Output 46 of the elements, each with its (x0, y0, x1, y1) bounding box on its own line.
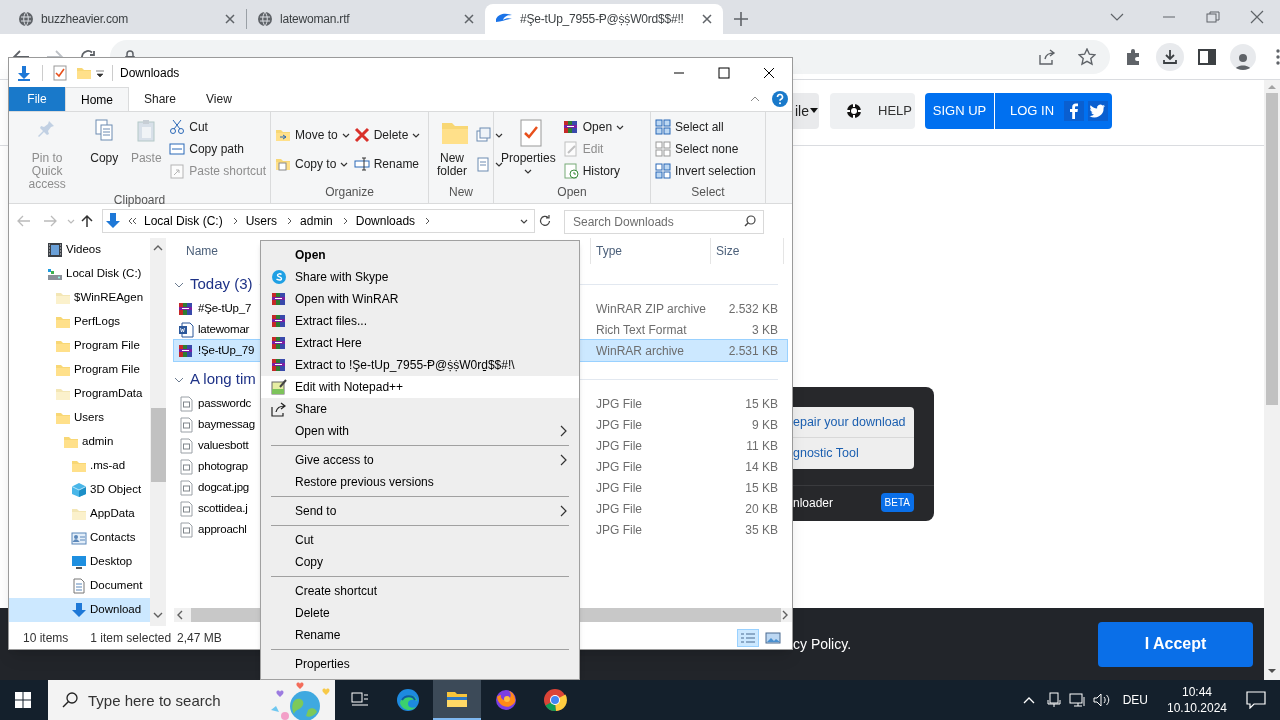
file-name: valuesbott (198, 437, 249, 453)
file-size: 2.532 KB (727, 300, 779, 318)
file-size: 15 KB (744, 395, 779, 413)
panel-footer-text: nloader (793, 494, 834, 512)
tab-title: buzzheavier.com (41, 11, 130, 28)
file-type: JPG File (595, 395, 643, 413)
file-size: 15 KB (744, 479, 779, 497)
beta-tag: BETA (880, 493, 914, 512)
cookie-text: cy Policy. (793, 634, 852, 654)
file-size: 20 KB (744, 500, 779, 518)
file-name: approachl (198, 521, 247, 537)
tab-title: #Şe-tUp_7955-Ᵽ@ṩṩW0rd$$#!! (520, 11, 685, 28)
group-label: Select (690, 184, 726, 201)
file-size: 35 KB (744, 521, 779, 539)
file-type: WinRAR archive (595, 342, 686, 360)
file-type: JPG File (595, 437, 643, 455)
file-size: 11 KB (745, 437, 779, 455)
status-text: 10 items (23, 629, 69, 647)
tab-title: latewoman.rtf (280, 11, 351, 28)
file-name: passwordc (198, 395, 252, 411)
file-type: JPG File (595, 479, 643, 497)
file-type: Rich Text Format (595, 321, 688, 339)
file-size: 3 KB (751, 321, 779, 339)
file-name: scottidea.j (198, 500, 248, 516)
file-name: latewomar (198, 321, 250, 337)
status-text: 2,47 MB (177, 629, 222, 647)
window-title: Downloads (120, 64, 180, 82)
file-name: dogcat.jpg (198, 479, 250, 495)
file-type: JPG File (595, 458, 643, 476)
file-type: WinRAR ZIP archive (595, 300, 707, 318)
file-type: JPG File (595, 416, 643, 434)
status-text: 1 item selected (90, 629, 172, 647)
file-size: 9 KB (751, 416, 779, 434)
file-name: #Şe-tUp_7 (198, 300, 252, 316)
file-name: photograp (198, 458, 248, 474)
file-size: 2.531 KB (727, 342, 779, 360)
file-name: baymessag (198, 416, 255, 432)
file-type: JPG File (595, 500, 643, 518)
file-type: JPG File (595, 521, 643, 539)
group-label: Open (556, 184, 588, 201)
group-label: Clipboard (112, 192, 167, 209)
group-label: New (448, 184, 474, 201)
menu-button-label: ile (795, 101, 809, 121)
file-size: 14 KB (744, 458, 779, 476)
file-name: !Şe-tUp_79 (198, 342, 255, 358)
group-label: Organize (324, 184, 375, 201)
